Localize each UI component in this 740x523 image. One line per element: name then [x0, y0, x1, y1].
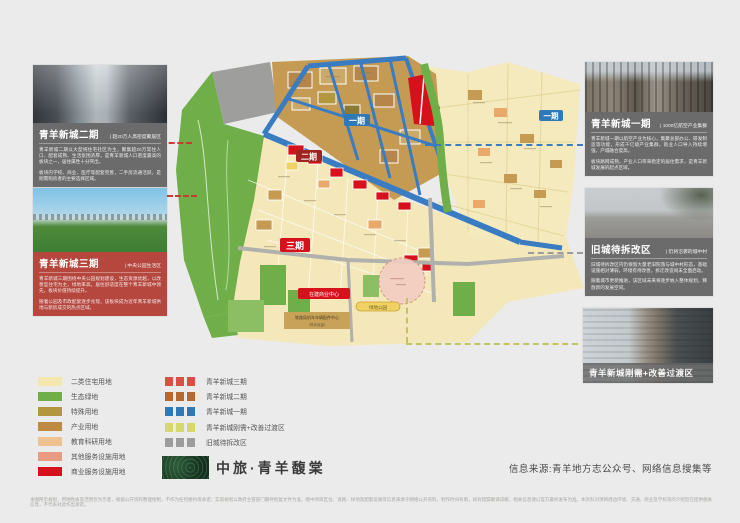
phase3-title: 青羊新城三期 [39, 256, 99, 270]
phase1-photo [585, 62, 713, 112]
legend-item: 商业服务设施用地 [38, 466, 125, 476]
transition-title: 青羊新城刚需+改善过渡区 [583, 363, 713, 383]
legend-item: 青羊新城三期 [165, 376, 247, 386]
infographic-page: 在建商业中心 绿地公园 铁路局机车车辆配件中心 （现状保留） 一期 一期 二期 … [0, 0, 740, 523]
transition-area-circle [379, 258, 425, 304]
card-oldtown: 旧城待拆改区 | 仍将沿袭的城中村 旧城待拆改区内仍保留大量老旧院落与城中村形态… [585, 188, 713, 296]
svg-text:在建商业中心: 在建商业中心 [309, 291, 339, 298]
legend-item: 青羊新城二期 [165, 391, 247, 401]
phase3-subtitle: | 中央公园生活区 [125, 262, 161, 269]
land-use-map: 在建商业中心 绿地公园 铁路局机车车辆配件中心 （现状保留） 一期 一期 二期 … [168, 50, 588, 350]
phase3-body-1: 青羊新城三期围绕中央公园规划建设，生态资源优越，以改善型住宅为主，绿地率高，居住… [39, 276, 161, 295]
legend-swatch [38, 392, 62, 401]
phase2-title: 青羊新城二期 [39, 127, 99, 141]
card-phase3: 青羊新城三期 | 中央公园生活区 青羊新城三期围绕中央公园规划建设，生态资源优越… [33, 188, 167, 316]
phase2-subtitle: | 超20万人高密度聚居区 [110, 133, 161, 140]
leader-phase1 [425, 144, 583, 146]
leader-transition-vertical [406, 298, 408, 343]
legend-swatch [38, 377, 62, 386]
special-gray-parcel [212, 62, 278, 124]
legend-swatch [38, 407, 62, 416]
legend-item: 青羊新城一期 [165, 406, 247, 416]
phase1-body-2: 板块路网成熟，产业人口带来稳定的居住需求，是青羊新城发展的起点区域。 [591, 159, 707, 171]
svg-text:铁路局机车车辆配件中心: 铁路局机车车辆配件中心 [295, 314, 339, 320]
phase2-body-2: 板块内学校、商业、医疗等配套完善，二手房流通活跃，是刚需购房者的主要选择区域。 [39, 170, 161, 182]
svg-text:一期: 一期 [544, 111, 559, 121]
oldtown-body-1: 旧城待拆改区内仍保留大量老旧院落与城中村形态，基础设施相对薄弱，环境有待改善，拆… [591, 262, 707, 274]
legend-item: 特殊用地 [38, 406, 98, 416]
svg-text:绿地公园: 绿地公园 [369, 304, 387, 311]
brand-logo-text: 中旅·青羊馥棠 [216, 458, 326, 478]
card-transition: 青羊新城刚需+改善过渡区 [583, 308, 713, 383]
svg-text:三期: 三期 [286, 240, 304, 251]
oldtown-photo [585, 188, 713, 238]
legend-swatch [38, 452, 62, 461]
svg-text:一期: 一期 [349, 116, 365, 126]
legend-swatch [165, 423, 197, 432]
phase2-body-1: 青羊新城二期以大型纯住宅社区为主，聚集超20万常住人口，配套成熟、生活氛围浓厚，… [39, 147, 161, 166]
phase1-body-1: 青羊新城一期以航空产业为核心，集聚总部办公、研发制造等功能，形成千亿级产业集群，… [591, 136, 707, 155]
phase1-title: 青羊新城一期 [591, 116, 651, 130]
legend-swatch [38, 467, 62, 476]
legend-item: 二类住宅用地 [38, 376, 112, 386]
phase2-photo [33, 65, 167, 123]
brand-logo-image [162, 456, 209, 479]
legend-item: 教育科研用地 [38, 436, 112, 446]
legend-swatch [38, 437, 62, 446]
disclaimer-text: 本图所示规划、用地性质及范围仅为示意，根据公开资料整理绘制，不作为任何要约或承诺… [30, 497, 712, 508]
transition-photo: 青羊新城刚需+改善过渡区 [583, 308, 713, 383]
phase1-subtitle: | 1000亿航空产业集群 [660, 122, 707, 129]
phase1-badge: 一期 [344, 114, 370, 126]
legend-item: 其他服务设施用地 [38, 451, 125, 461]
phase1-badge-2: 一期 [539, 110, 563, 121]
phase3-photo [33, 188, 167, 252]
legend-swatch [165, 392, 197, 401]
oldtown-title: 旧城待拆改区 [591, 242, 651, 256]
tan-banner: 铁路局机车车辆配件中心 （现状保留） [284, 312, 350, 329]
legend-item: 生态绿地 [38, 391, 98, 401]
phase3-badge: 三期 [280, 238, 310, 252]
svg-text:（现状保留）: （现状保留） [307, 322, 328, 327]
phase2-badge: 二期 [296, 150, 322, 162]
red-banner: 在建商业中心 [298, 288, 350, 299]
legend-item: 青羊新城刚需+改善过渡区 [165, 422, 285, 432]
card-phase2: 青羊新城二期 | 超20万人高密度聚居区 青羊新城二期以大型纯住宅社区为主，聚集… [33, 65, 167, 187]
legend-item: 旧城待拆改区 [165, 437, 247, 447]
leader-phase3 [167, 195, 197, 197]
oldtown-body-2: 随着城市更新推进，该区域未来将逐步纳入整体规划，释放新的发展空间。 [591, 278, 707, 290]
legend-item: 产业用地 [38, 421, 98, 431]
legend-swatch [165, 407, 197, 416]
card-phase1: 青羊新城一期 | 1000亿航空产业集群 青羊新城一期以航空产业为核心，集聚总部… [585, 62, 713, 176]
info-source: 信息来源:青羊地方志公众号、网络信息搜集等 [509, 461, 712, 475]
leader-oldtown [528, 252, 583, 254]
legend-swatch [165, 438, 197, 447]
phase3-body-2: 随着公园及市政配套逐步兑现，该板块成为近年青羊新城供地与新房成交的热点区域。 [39, 299, 161, 311]
svg-text:二期: 二期 [301, 152, 317, 162]
leader-transition-horizontal [406, 343, 578, 345]
yellow-badge: 绿地公园 [356, 302, 400, 311]
oldtown-subtitle: | 仍将沿袭的城中村 [666, 248, 707, 255]
legend-swatch [165, 377, 197, 386]
legend-swatch [38, 422, 62, 431]
